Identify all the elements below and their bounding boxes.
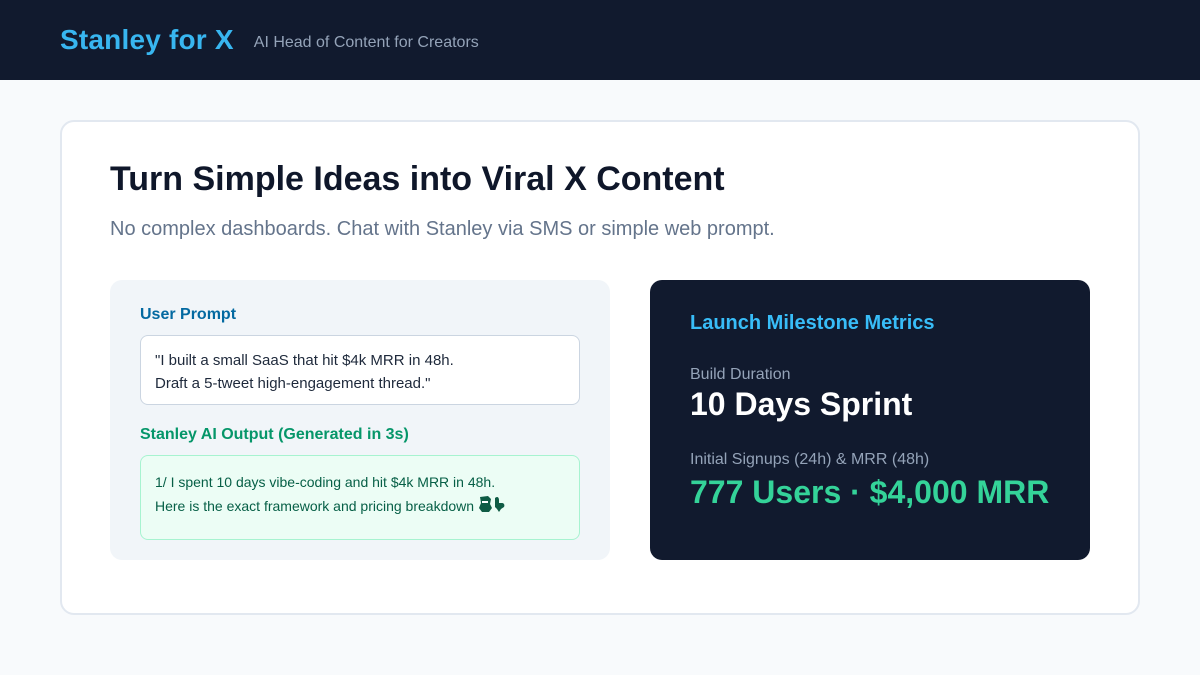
top-header: Stanley for X AI Head of Content for Cre… xyxy=(0,0,1200,80)
build-duration-value: 10 Days Sprint xyxy=(690,386,913,422)
build-duration-label: Build Duration xyxy=(690,366,791,383)
ai-output-label: Stanley AI Output (Generated in 3s) xyxy=(140,426,409,443)
page-title: Turn Simple Ideas into Viral X Content xyxy=(110,160,725,198)
brand-tagline: AI Head of Content for Creators xyxy=(253,34,479,51)
output-text-line-2-wrap: Here is the exact framework and pricing … xyxy=(155,494,565,520)
thread-down-pointing-icon xyxy=(478,495,508,520)
prompt-text-line-1: "I built a small SaaS that hit $4k MRR i… xyxy=(155,352,454,369)
signups-mrr-value: 777 Users · $4,000 MRR xyxy=(690,474,1050,510)
prompt-text-line-2: Draft a 5-tweet high-engagement thread." xyxy=(155,375,431,392)
metrics-panel: Launch Milestone Metrics Build Duration … xyxy=(650,280,1090,560)
prompt-panel: User Prompt "I built a small SaaS that h… xyxy=(110,280,610,560)
brand-logo-text[interactable]: Stanley for X xyxy=(60,24,234,56)
output-text-line-1: 1/ I spent 10 days vibe-coding and hit $… xyxy=(155,474,496,490)
signups-mrr-label: Initial Signups (24h) & MRR (48h) xyxy=(690,451,930,468)
main-card: Turn Simple Ideas into Viral X Content N… xyxy=(60,120,1140,615)
user-prompt-box[interactable]: "I built a small SaaS that hit $4k MRR i… xyxy=(140,335,580,405)
user-prompt-label: User Prompt xyxy=(140,306,237,323)
page-subtitle: No complex dashboards. Chat with Stanley… xyxy=(110,218,775,240)
output-text-line-2: Here is the exact framework and pricing … xyxy=(155,498,475,514)
ai-output-box: 1/ I spent 10 days vibe-coding and hit $… xyxy=(140,455,580,540)
metrics-title: Launch Milestone Metrics xyxy=(690,312,935,334)
